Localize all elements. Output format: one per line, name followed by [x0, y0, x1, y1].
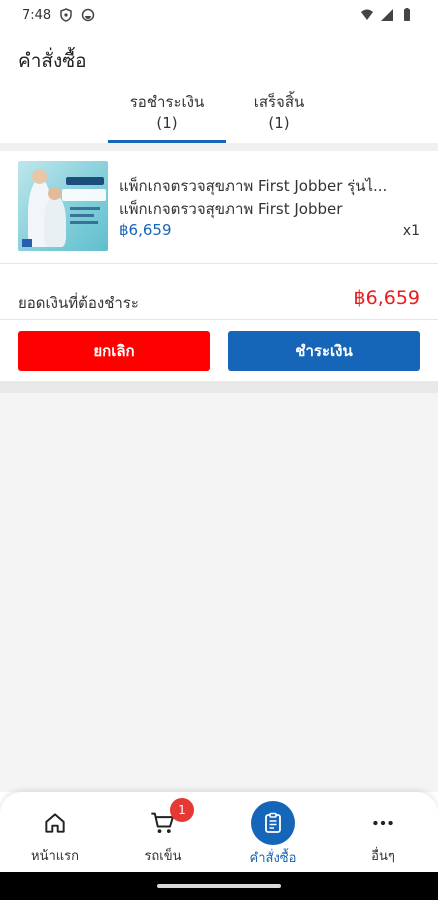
thumb-line	[70, 207, 100, 210]
home-icon-wrap	[40, 808, 70, 838]
nav-orders-label: คำสั่งซื้อ	[249, 851, 297, 866]
product-thumbnail[interactable]	[18, 161, 108, 251]
tab-pending-count: (1)	[156, 114, 178, 132]
order-tabs: รอชำระเงิน (1) เสร็จสิ้น (1)	[0, 92, 438, 144]
nav-cart-label: รถเข็น	[144, 849, 182, 864]
pay-button[interactable]: ชำระเงิน	[228, 331, 420, 371]
more-icon-wrap	[368, 808, 398, 838]
tab-completed-label: เสร็จสิ้น	[253, 93, 305, 111]
tab-pending-payment[interactable]: รอชำระเงิน (1)	[108, 92, 226, 134]
nav-orders[interactable]: คำสั่งซื้อ	[218, 792, 328, 872]
nav-home-label: หน้าแรก	[31, 849, 79, 864]
cart-icon-wrap: 1	[148, 798, 194, 838]
divider	[0, 319, 438, 320]
product-variant: แพ็กเกจตรวจสุขภาพ First Jobber	[119, 200, 343, 218]
thumb-banner-text	[62, 189, 106, 201]
home-gesture-handle[interactable]	[157, 884, 281, 888]
tab-pending-label: รอชำระเงิน	[129, 93, 205, 111]
thumb-line	[70, 214, 94, 217]
thumb-head-2	[48, 187, 61, 200]
nav-more[interactable]: อื่นๆ	[328, 792, 438, 872]
order-card: แพ็กเกจตรวจสุขภาพ First Jobber รุ่นไ... …	[0, 151, 438, 381]
cancel-button[interactable]: ยกเลิก	[18, 331, 210, 371]
total-amount: ฿6,659	[353, 287, 420, 309]
page-title: คำสั่งซื้อ	[18, 50, 87, 72]
wifi-icon	[361, 9, 373, 20]
shield-icon	[60, 8, 72, 22]
empty-content-area	[0, 381, 438, 792]
total-label: ยอดเงินที่ต้องชำระ	[18, 294, 139, 312]
status-left: 7:48	[22, 8, 95, 23]
thumb-person-2	[44, 195, 66, 247]
product-name[interactable]: แพ็กเกจตรวจสุขภาพ First Jobber รุ่นไ...	[119, 174, 419, 198]
tab-completed[interactable]: เสร็จสิ้น (1)	[226, 92, 332, 134]
thumb-head-1	[32, 169, 47, 184]
thumb-line	[70, 221, 98, 224]
more-icon	[373, 820, 393, 826]
nav-home[interactable]: หน้าแรก	[0, 792, 110, 872]
status-bar: 7:48	[0, 0, 438, 30]
clipboard-icon-wrap	[251, 801, 295, 845]
battery-icon	[404, 8, 410, 21]
thumb-logo	[22, 239, 32, 247]
tab-completed-count: (1)	[268, 114, 290, 132]
bottom-navigation: หน้าแรก 1 รถเข็น คำสั่งซื้อ อื่นๆ	[0, 792, 438, 872]
status-right	[360, 8, 414, 22]
home-icon	[45, 813, 65, 833]
product-quantity: x1	[402, 223, 420, 239]
section-divider	[0, 381, 438, 393]
clipboard-icon	[265, 812, 281, 833]
sync-icon	[81, 8, 95, 22]
status-time: 7:48	[22, 7, 52, 23]
product-price: ฿6,659	[119, 221, 172, 239]
nav-more-label: อื่นๆ	[371, 849, 395, 864]
nav-cart[interactable]: 1 รถเข็น	[108, 792, 218, 872]
tabs-divider	[0, 143, 438, 151]
cart-count-badge: 1	[170, 798, 194, 822]
divider	[0, 263, 438, 264]
signal-icon	[381, 9, 393, 21]
thumb-banner	[66, 177, 104, 185]
